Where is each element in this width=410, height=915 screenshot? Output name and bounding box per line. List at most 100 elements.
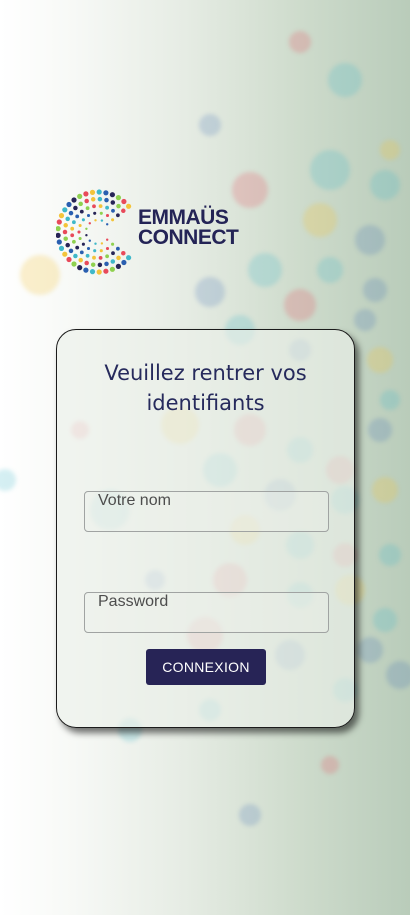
bokeh-dot xyxy=(379,544,401,566)
logo-dot xyxy=(85,234,88,237)
login-title-line-2: identifiants xyxy=(146,391,265,415)
logo-wordmark: EMMAÜS CONNECT xyxy=(138,207,239,249)
logo-dot xyxy=(88,239,91,242)
logo-dot xyxy=(90,262,96,267)
logo-dot xyxy=(93,249,97,253)
logo-dot xyxy=(121,208,126,214)
name-input[interactable] xyxy=(85,510,328,530)
logo-dot xyxy=(83,267,89,273)
logo-dot xyxy=(99,249,103,253)
logo-dot xyxy=(56,226,61,232)
bokeh-dot xyxy=(367,347,393,373)
login-title-line-1: Veuillez rentrer vos xyxy=(104,361,307,385)
emmaus-connect-logo: EMMAÜS CONNECT xyxy=(56,188,239,278)
login-title: Veuillez rentrer vos identifiants xyxy=(57,358,354,418)
logo-dot xyxy=(84,260,89,266)
bokeh-dot xyxy=(20,255,60,295)
logo-dot xyxy=(78,223,82,228)
logo-dot xyxy=(109,192,115,198)
bokeh-dot xyxy=(354,309,376,331)
logo-dot xyxy=(62,229,68,235)
logo-dot xyxy=(68,248,74,254)
logo-dot xyxy=(79,250,84,255)
logo-dot xyxy=(105,254,109,259)
bokeh-dot xyxy=(357,637,383,663)
logo-dot xyxy=(93,211,97,215)
logo-dot xyxy=(72,220,76,225)
logo-dot xyxy=(77,193,83,199)
logo-dot xyxy=(115,263,121,269)
bokeh-dot xyxy=(199,114,221,136)
logo-dot xyxy=(85,253,90,258)
logo-dot xyxy=(66,201,72,208)
logo-dot xyxy=(62,207,68,213)
logo-dot xyxy=(86,246,91,251)
bokeh-dot xyxy=(239,804,261,826)
logo-dot xyxy=(104,197,109,203)
connexion-button[interactable]: CONNEXION xyxy=(146,649,266,685)
password-field[interactable]: Password xyxy=(84,592,329,633)
logo-dot xyxy=(56,239,62,245)
logo-dot xyxy=(103,190,109,196)
logo-dot xyxy=(104,261,109,267)
bokeh-dot xyxy=(368,418,392,442)
logo-dot xyxy=(71,197,77,203)
logo-dot xyxy=(81,242,85,246)
logo-dot xyxy=(75,245,80,250)
dotted-c-icon xyxy=(56,189,132,275)
logo-dot xyxy=(94,219,97,222)
logo-dot xyxy=(73,205,78,211)
name-field[interactable]: Votre nom xyxy=(84,491,329,532)
logo-dot xyxy=(116,246,120,251)
bokeh-dot xyxy=(195,277,225,307)
logo-dot xyxy=(111,251,115,256)
bokeh-dot xyxy=(289,31,311,53)
logo-dot xyxy=(78,257,83,263)
logo-dot xyxy=(98,204,103,208)
logo-dot xyxy=(105,246,110,251)
logo-dot xyxy=(71,261,77,267)
logo-dot xyxy=(62,251,68,257)
bokeh-dot xyxy=(321,756,339,774)
logo-dot xyxy=(65,216,70,222)
logo-dot xyxy=(85,227,88,230)
logo-dot xyxy=(121,259,127,266)
logo-dot xyxy=(68,210,74,216)
logo-dot xyxy=(56,219,62,225)
bokeh-dot xyxy=(355,225,385,255)
logo-dot xyxy=(56,232,61,238)
logo-dot xyxy=(121,198,127,205)
password-input[interactable] xyxy=(85,611,328,631)
bokeh-dot xyxy=(303,203,337,237)
logo-dot xyxy=(70,233,75,238)
logo-dot xyxy=(96,189,102,195)
logo-dot xyxy=(77,265,83,271)
logo-dot xyxy=(90,197,96,202)
logo-dot xyxy=(97,196,103,202)
bokeh-dot xyxy=(380,390,400,410)
bokeh-dot xyxy=(363,278,387,302)
logo-dot xyxy=(81,218,85,222)
bokeh-dot xyxy=(284,289,316,321)
logo-dot xyxy=(89,189,96,195)
logo-dot xyxy=(98,256,103,260)
password-field-label: Password xyxy=(98,593,169,610)
bokeh-dot xyxy=(380,140,400,160)
logo-dot xyxy=(111,208,115,213)
bokeh-dot xyxy=(372,477,398,503)
logo-dot xyxy=(111,218,115,222)
logo-dot xyxy=(92,204,96,209)
logo-dot xyxy=(126,255,132,261)
logo-dot xyxy=(88,222,91,225)
logo-dot xyxy=(105,213,110,218)
logo-dot xyxy=(66,256,72,263)
logo-dot xyxy=(78,236,82,241)
logo-line-2: CONNECT xyxy=(138,226,239,249)
name-field-label: Votre nom xyxy=(98,492,171,509)
logo-dot xyxy=(94,242,97,245)
logo-dot xyxy=(103,268,109,274)
logo-dot xyxy=(110,259,116,264)
logo-dot xyxy=(63,236,68,241)
bokeh-dot xyxy=(373,608,397,632)
logo-dot xyxy=(106,238,109,241)
